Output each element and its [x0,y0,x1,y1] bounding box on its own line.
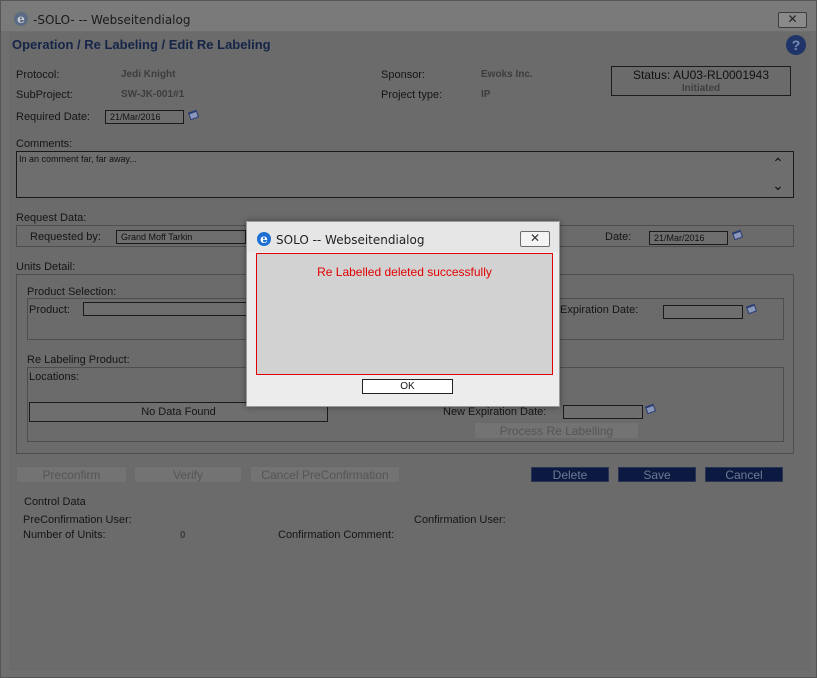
svg-text:e: e [260,232,268,246]
new-expiration-date-input[interactable] [563,405,643,419]
help-icon[interactable]: ? [786,35,806,55]
window-title: -SOLO- -- Webseitendialog [33,13,191,27]
dialog-title: SOLO -- Webseitendialog [276,233,425,247]
scroll-up-icon[interactable]: ⌃ [771,156,785,170]
save-button[interactable]: Save [618,467,696,482]
comments-label: Comments: [16,138,73,150]
dialog-close-button[interactable]: ✕ [520,231,550,247]
message-dialog: e SOLO -- Webseitendialog ✕ Re Labelled … [246,221,560,407]
svg-text:e: e [17,12,25,26]
locations-label: Locations: [29,371,80,383]
request-data-label: Request Data: [16,212,87,224]
protocol-value: Jedi Knight [121,69,176,80]
protocol-label: Protocol: [16,69,60,81]
calendar-icon[interactable] [187,108,200,121]
request-date-label: Date: [605,231,632,243]
number-of-units-label: Number of Units: [23,529,106,541]
cancel-button[interactable]: Cancel [705,467,783,482]
project-type-label: Project type: [381,89,443,101]
relabeling-product-label: Re Labeling Product: [27,354,130,366]
preconfirmation-user-label: PreConfirmation User: [23,514,132,526]
expiration-date-label: Expiration Date: [560,304,639,316]
required-date-label: Required Date: [16,111,90,123]
expiration-date-input[interactable] [663,305,743,319]
requested-by-input[interactable]: Grand Moff Tarkin [116,230,246,244]
comments-text: In an comment far, far away... [19,154,137,164]
subproject-value: SW-JK-001#1 [121,89,185,100]
control-data-label: Control Data [24,496,86,508]
requested-by-label: Requested by: [30,231,101,243]
ok-button[interactable]: OK [362,379,453,394]
calendar-icon[interactable] [745,302,758,315]
ie-icon: e [14,12,28,26]
product-selection-label: Product Selection: [27,286,117,298]
status-line: Status: AU03-RL0001943 [632,68,770,82]
calendar-icon[interactable] [731,228,744,241]
comments-textarea[interactable]: In an comment far, far away... [16,151,794,198]
calendar-icon[interactable] [644,402,657,415]
delete-button[interactable]: Delete [531,467,609,482]
units-detail-label: Units Detail: [16,261,76,273]
window-close-button[interactable]: ✕ [778,12,807,28]
dialog-message: Re Labelled deleted successfully [317,265,492,279]
scroll-down-icon[interactable]: ⌄ [771,178,785,192]
subproject-label: SubProject: [16,89,73,101]
project-type-value: IP [481,89,491,100]
dialog-body: Re Labelled deleted successfully [256,253,553,375]
product-label: Product: [29,304,70,316]
preconfirm-button[interactable]: Preconfirm [16,466,127,483]
number-of-units-value: 0 [180,530,186,541]
request-date-input[interactable]: 21/Mar/2016 [649,231,728,245]
page-title: Operation / Re Labeling / Edit Re Labeli… [12,37,271,52]
main-window: e -SOLO- -- Webseitendialog ✕ Operation … [0,0,817,678]
confirmation-user-label: Confirmation User: [414,514,506,526]
sponsor-value: Ewoks Inc. [481,69,533,80]
sponsor-label: Sponsor: [381,69,426,81]
verify-button[interactable]: Verify [134,466,242,483]
confirmation-comment-label: Confirmation Comment: [278,529,395,541]
status-box: Status: AU03-RL0001943 Initiated [611,66,791,96]
window-titlebar: e -SOLO- -- Webseitendialog ✕ [1,1,816,31]
required-date-input[interactable]: 21/Mar/2016 [105,110,184,124]
process-relabelling-button[interactable]: Process Re Labelling [474,422,639,439]
cancel-preconfirmation-button[interactable]: Cancel PreConfirmation [250,466,400,483]
dialog-titlebar: e SOLO -- Webseitendialog ✕ [247,222,559,252]
status-state: Initiated [681,83,721,94]
product-input[interactable] [83,302,253,316]
new-expiration-date-label: New Expiration Date: [443,406,547,418]
ie-icon: e [257,232,271,246]
